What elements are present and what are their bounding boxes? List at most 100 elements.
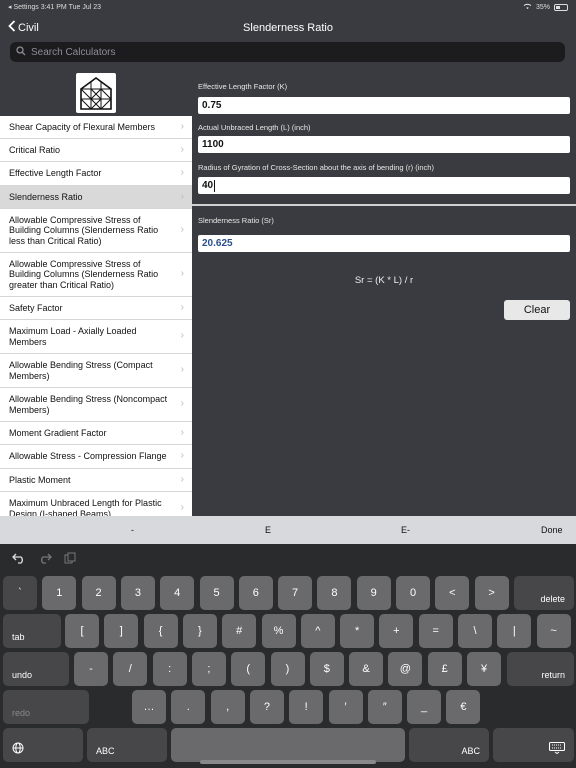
undo-key[interactable]: undo xyxy=(3,652,69,686)
key-row3-7[interactable]: & xyxy=(349,652,384,686)
chevron-right-icon: › xyxy=(180,167,184,179)
key-row3-0[interactable]: - xyxy=(74,652,108,686)
key-row4-5[interactable]: ′ xyxy=(328,690,363,724)
status-left: ◂ Settings 3:41 PM Tue Jul 23 xyxy=(8,4,102,11)
return-key[interactable]: return xyxy=(507,652,574,686)
list-item-slenderness-ratio[interactable]: Slenderness Ratio › xyxy=(0,186,192,209)
tab-key[interactable]: tab xyxy=(3,614,61,648)
key-row2-12[interactable]: ~ xyxy=(536,614,571,648)
k-input[interactable]: 0.75 xyxy=(198,97,570,114)
search-placeholder: Search Calculators xyxy=(31,46,116,58)
key-row1-5[interactable]: 5 xyxy=(199,576,234,610)
key-row2-3[interactable]: } xyxy=(182,614,217,648)
key-row3-5[interactable]: ) xyxy=(270,652,305,686)
key-row1-8[interactable]: 8 xyxy=(317,576,352,610)
key-row2-7[interactable]: * xyxy=(340,614,375,648)
done-button[interactable]: Done xyxy=(541,525,563,535)
list-item-safety-factor[interactable]: Safety Factor › xyxy=(0,297,192,320)
key-row2-6[interactable]: ^ xyxy=(300,614,335,648)
space-bar[interactable] xyxy=(171,728,405,762)
list-item-moment-gradient[interactable]: Moment Gradient Factor › xyxy=(0,422,192,445)
key-row1-12[interactable]: > xyxy=(474,576,509,610)
chevron-right-icon: › xyxy=(180,450,184,462)
key-row2-4[interactable]: # xyxy=(222,614,257,648)
chevron-right-icon: › xyxy=(180,120,184,132)
key-row1-6[interactable]: 6 xyxy=(238,576,273,610)
key-row1-4[interactable]: 4 xyxy=(160,576,195,610)
key-row4-1[interactable]: . xyxy=(171,690,206,724)
chevron-right-icon: › xyxy=(180,426,184,438)
key-row2-2[interactable]: { xyxy=(143,614,178,648)
key-row2-5[interactable]: % xyxy=(261,614,296,648)
chevron-left-icon xyxy=(8,20,16,35)
e-button[interactable]: E xyxy=(265,525,271,535)
key-row1-1[interactable]: 1 xyxy=(42,576,77,610)
hide-keyboard-key[interactable] xyxy=(493,728,574,762)
list-item-maximum-load[interactable]: Maximum Load - Axially Loaded Members › xyxy=(0,320,192,354)
undo-icon[interactable] xyxy=(12,552,26,567)
key-row4-7[interactable]: _ xyxy=(407,690,442,724)
key-row3-8[interactable]: @ xyxy=(388,652,423,686)
key-row1-11[interactable]: < xyxy=(435,576,470,610)
key-row3-9[interactable]: £ xyxy=(427,652,462,686)
key-row3-10[interactable]: ¥ xyxy=(467,652,501,686)
list-item-allowable-stress-flange[interactable]: Allowable Stress - Compression Flange › xyxy=(0,445,192,469)
redo-icon[interactable] xyxy=(38,552,52,567)
key-row1-3[interactable]: 3 xyxy=(120,576,155,610)
globe-key[interactable] xyxy=(3,728,83,762)
key-row3-6[interactable]: $ xyxy=(309,652,344,686)
search-field[interactable]: Search Calculators xyxy=(10,42,565,62)
key-row4-2[interactable]: , xyxy=(210,690,245,724)
key-row1-10[interactable]: 0 xyxy=(396,576,430,610)
sr-label: Slenderness Ratio (Sr) xyxy=(198,216,274,225)
key-row2-11[interactable]: | xyxy=(497,614,532,648)
formula-text: Sr = (K * L) / r xyxy=(354,275,414,286)
status-right: 35% xyxy=(523,3,568,12)
list-item-allowable-compressive-less[interactable]: Allowable Compressive Stress of Building… xyxy=(0,209,192,253)
key-row4-3[interactable]: ? xyxy=(249,690,284,724)
list-item-bending-compact[interactable]: Allowable Bending Stress (Compact Member… xyxy=(0,354,192,388)
list-item-shear-capacity[interactable]: Shear Capacity of Flexural Members › xyxy=(0,116,192,139)
list-item-critical-ratio[interactable]: Critical Ratio › xyxy=(0,139,192,162)
list-item-effective-length-factor[interactable]: Effective Length Factor › xyxy=(0,162,192,186)
redo-key[interactable]: redo xyxy=(3,690,89,724)
list-item-max-unbraced-length[interactable]: Maximum Unbraced Length for Plastic Desi… xyxy=(0,492,192,516)
list-item-bending-noncompact[interactable]: Allowable Bending Stress (Noncompact Mem… xyxy=(0,388,192,422)
globe-icon xyxy=(12,742,24,756)
key-row4-0[interactable]: … xyxy=(132,690,166,724)
paste-icon[interactable] xyxy=(64,552,76,567)
clear-button[interactable]: Clear xyxy=(504,300,570,320)
key-row2-9[interactable]: = xyxy=(418,614,453,648)
battery-icon xyxy=(554,3,568,11)
key-row2-10[interactable]: \ xyxy=(458,614,492,648)
back-button[interactable]: Civil xyxy=(8,20,39,35)
e-minus-button[interactable]: E- xyxy=(401,525,410,535)
key-row3-4[interactable]: ( xyxy=(231,652,266,686)
key-row4-4[interactable]: ! xyxy=(289,690,324,724)
text-cursor xyxy=(214,179,216,192)
abc-key-right[interactable]: ABC xyxy=(409,728,489,762)
key-row3-3[interactable]: ; xyxy=(191,652,226,686)
list-item-plastic-moment[interactable]: Plastic Moment › xyxy=(0,469,192,492)
minus-button[interactable]: - xyxy=(131,525,134,535)
key-row1-9[interactable]: 9 xyxy=(356,576,391,610)
chevron-right-icon: › xyxy=(180,364,184,376)
key-row2-1[interactable]: ] xyxy=(104,614,139,648)
l-label: Actual Unbraced Length (L) (inch) xyxy=(198,123,311,132)
key-row1-2[interactable]: 2 xyxy=(81,576,116,610)
key-row3-1[interactable]: / xyxy=(113,652,148,686)
l-input[interactable]: 1100 xyxy=(198,136,570,153)
delete-key[interactable]: delete xyxy=(514,576,574,610)
list-item-allowable-compressive-greater[interactable]: Allowable Compressive Stress of Building… xyxy=(0,253,192,297)
r-input[interactable]: 40 xyxy=(198,177,570,194)
key-row3-2[interactable]: : xyxy=(152,652,187,686)
chevron-right-icon: › xyxy=(180,190,184,202)
key-row2-8[interactable]: + xyxy=(379,614,414,648)
key-row2-0[interactable]: [ xyxy=(65,614,99,648)
key-row4-6[interactable]: ″ xyxy=(367,690,402,724)
r-input-value: 40 xyxy=(202,180,214,191)
abc-key-left[interactable]: ABC xyxy=(87,728,167,762)
key-row1-7[interactable]: 7 xyxy=(278,576,313,610)
key-row1-0[interactable]: ` xyxy=(3,576,37,610)
key-row4-8[interactable]: € xyxy=(446,690,481,724)
